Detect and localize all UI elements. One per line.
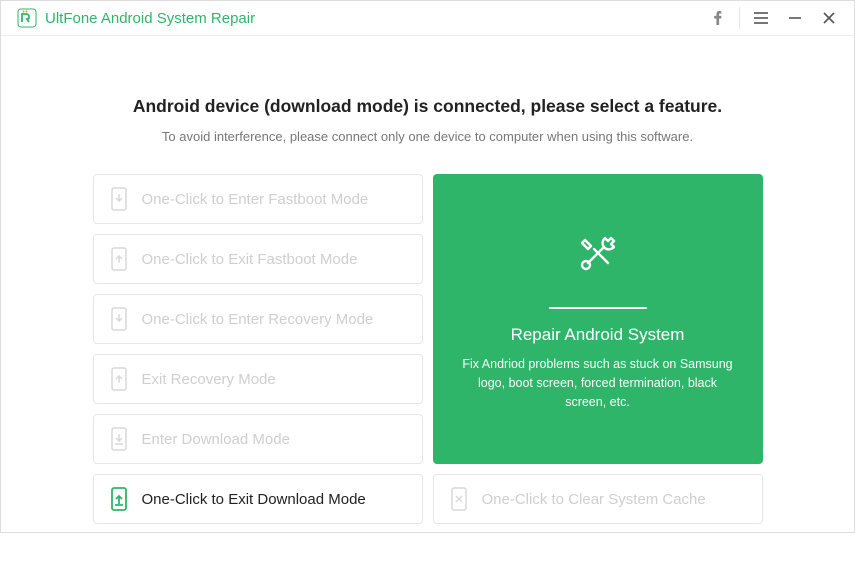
phone-clear-icon: [450, 487, 468, 511]
repair-card-desc: Fix Andriod problems such as stuck on Sa…: [461, 355, 735, 411]
phone-upload-icon: [110, 487, 128, 511]
page-heading: Android device (download mode) is connec…: [133, 96, 722, 117]
option-label: Enter Download Mode: [142, 431, 290, 448]
main-content: Android device (download mode) is connec…: [1, 36, 854, 564]
app-title: UltFone Android System Repair: [45, 10, 255, 27]
window-controls: [701, 1, 846, 35]
phone-download-icon: [110, 427, 128, 451]
option-label: One-Click to Clear System Cache: [482, 491, 706, 508]
minimize-button[interactable]: [778, 1, 812, 35]
facebook-button[interactable]: [701, 1, 735, 35]
menu-button[interactable]: [744, 1, 778, 35]
tools-icon: [571, 226, 625, 285]
option-label: One-Click to Exit Fastboot Mode: [142, 251, 358, 268]
exit-recovery-option: Exit Recovery Mode: [93, 354, 423, 404]
card-divider: [549, 307, 647, 309]
option-label: One-Click to Enter Recovery Mode: [142, 311, 374, 328]
enter-download-option: Enter Download Mode: [93, 414, 423, 464]
option-label: One-Click to Exit Download Mode: [142, 491, 366, 508]
feature-grid: One-Click to Enter Fastboot Mode One-Cli…: [93, 174, 763, 524]
page-subheading: To avoid interference, please connect on…: [162, 129, 693, 144]
titlebar-divider: [739, 7, 740, 29]
option-label: Exit Recovery Mode: [142, 371, 276, 388]
clear-cache-option: One-Click to Clear System Cache: [433, 474, 763, 524]
phone-arrow-down-icon: [110, 307, 128, 331]
titlebar: UltFone Android System Repair: [1, 1, 854, 36]
repair-android-card[interactable]: Repair Android System Fix Andriod proble…: [433, 174, 763, 464]
brand-icon: [17, 8, 37, 28]
enter-fastboot-option: One-Click to Enter Fastboot Mode: [93, 174, 423, 224]
app-window: UltFone Android System Repair Android de…: [0, 0, 855, 533]
exit-download-option[interactable]: One-Click to Exit Download Mode: [93, 474, 423, 524]
phone-arrow-up-icon: [110, 367, 128, 391]
option-label: One-Click to Enter Fastboot Mode: [142, 191, 369, 208]
phone-arrow-up-icon: [110, 247, 128, 271]
repair-card-title: Repair Android System: [511, 325, 685, 345]
phone-arrow-down-icon: [110, 187, 128, 211]
exit-fastboot-option: One-Click to Exit Fastboot Mode: [93, 234, 423, 284]
close-button[interactable]: [812, 1, 846, 35]
app-logo: UltFone Android System Repair: [17, 8, 255, 28]
enter-recovery-option: One-Click to Enter Recovery Mode: [93, 294, 423, 344]
